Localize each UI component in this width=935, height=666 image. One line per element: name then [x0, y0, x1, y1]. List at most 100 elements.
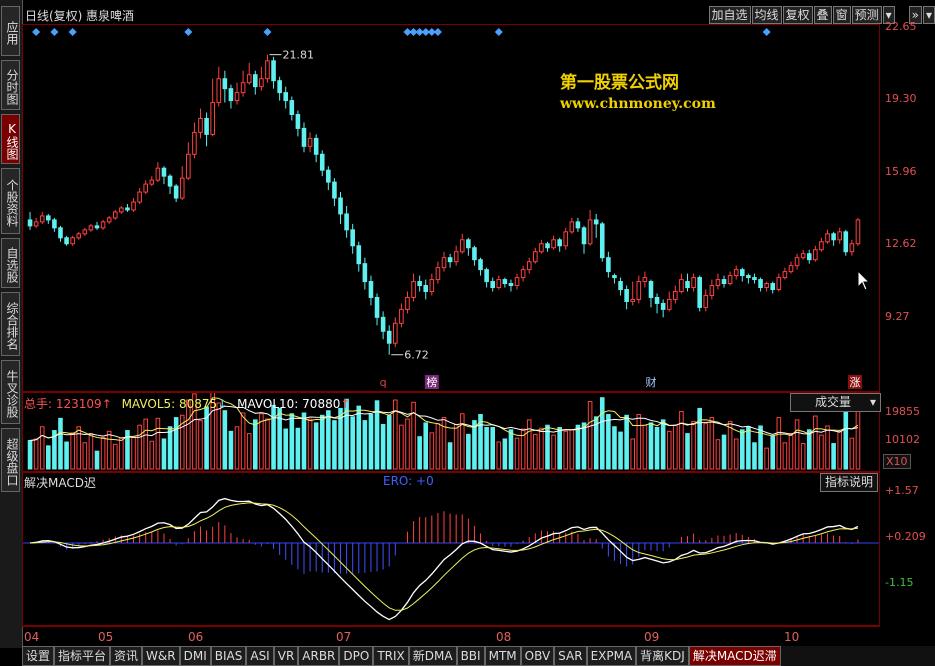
- candle-body: [58, 227, 63, 239]
- macd-panel[interactable]: 解决MACD迟 ERO: +0 指标说明: [22, 472, 880, 626]
- tab-divergence-kdj[interactable]: 背离KDJ: [636, 646, 689, 666]
- tab-news[interactable]: 资讯: [110, 646, 143, 666]
- volume-bar: [459, 413, 465, 470]
- ma-button[interactable]: 均线: [751, 6, 782, 24]
- tab-mtm[interactable]: MTM: [484, 646, 521, 666]
- candle-body: [429, 279, 435, 292]
- volume-tick: 19855: [885, 405, 920, 418]
- sidebar-tab-ranking[interactable]: 综合排名: [1, 292, 20, 356]
- date-tick: 05: [98, 630, 114, 644]
- tab-obv[interactable]: OBV: [520, 646, 555, 666]
- candle-body: [70, 237, 75, 245]
- candle-body: [733, 269, 739, 277]
- volume-axis: 19855 10102 X10: [880, 392, 935, 472]
- sidebar-tab-watchlist[interactable]: 自选股: [1, 238, 20, 288]
- candle-body: [612, 275, 617, 279]
- candle-body: [265, 60, 270, 80]
- volume-bar: [167, 426, 173, 470]
- tab-sar[interactable]: SAR: [554, 646, 587, 666]
- volume-bar: [356, 405, 362, 470]
- tab-expma[interactable]: EXPMA: [586, 646, 637, 666]
- candle-body: [727, 275, 733, 285]
- chevron-down-icon: ▾: [869, 395, 876, 409]
- volume-bar: [362, 420, 368, 470]
- candle-body: [82, 229, 88, 235]
- volume-bar: [435, 423, 441, 470]
- candle-body: [636, 281, 642, 300]
- tab-vr[interactable]: VR: [273, 646, 299, 666]
- price-tick: 9.27: [885, 310, 910, 323]
- candle-body: [825, 233, 830, 243]
- volume-bar: [100, 436, 106, 470]
- tab-new-dma[interactable]: 新DMA: [408, 646, 457, 666]
- volume-bar: [813, 415, 818, 470]
- volume-indicator-select[interactable]: 成交量 ▾: [790, 393, 881, 412]
- volume-bar: [319, 414, 325, 470]
- volume-bar: [46, 445, 51, 470]
- price-chart-panel[interactable]: 21.81 6.72 q 榜 财 涨 第一股票公式网 www.chnmoney.com: [22, 24, 880, 392]
- volume-bar: [82, 442, 88, 470]
- mouse-cursor-icon: [857, 269, 871, 291]
- period-label[interactable]: 日线(复权): [25, 7, 82, 24]
- volume-bar: [624, 414, 629, 470]
- volume-bar: [417, 436, 422, 470]
- volume-bar: [216, 402, 222, 470]
- overlay-button[interactable]: 叠: [813, 6, 832, 24]
- candle-body: [112, 211, 118, 219]
- volume-bar: [508, 429, 514, 470]
- candle-body: [788, 265, 794, 273]
- candle-body: [423, 285, 429, 292]
- down-arrow-icon: ↓: [217, 397, 228, 411]
- volume-bar: [198, 420, 203, 470]
- sidebar-tab-kline[interactable]: K线图: [1, 114, 20, 164]
- candle-body: [575, 221, 581, 229]
- adjust-button[interactable]: 复权: [782, 6, 813, 24]
- add-watchlist-button[interactable]: 加自选: [708, 6, 751, 24]
- tab-dpo[interactable]: DPO: [339, 646, 374, 666]
- candle-body: [715, 279, 721, 287]
- tab-fix-macd-lag[interactable]: 解决MACD迟滞: [688, 646, 781, 666]
- total-volume-value: 123109: [55, 397, 102, 411]
- tab-dmi[interactable]: DMI: [179, 646, 211, 666]
- tab-indicator-platform[interactable]: 指标平台: [54, 646, 111, 666]
- tab-asi[interactable]: ASI: [246, 646, 274, 666]
- candle-body: [161, 167, 167, 177]
- volume-bar: [691, 420, 696, 470]
- candle-body: [27, 219, 33, 227]
- volume-bar: [149, 440, 155, 470]
- candle-body: [685, 281, 690, 289]
- macd-tick: +0.209: [885, 530, 926, 543]
- candle-body: [192, 131, 197, 155]
- volume-bar: [849, 437, 855, 470]
- volume-panel[interactable]: 总手: 123109↑ MAVOL5: 80875↓ MAVOL10: 7088…: [22, 366, 881, 472]
- price-tick: 12.62: [885, 237, 917, 250]
- volume-bar: [94, 450, 100, 470]
- sidebar-tab-stock-info[interactable]: 个股资料: [1, 168, 20, 234]
- tab-bias[interactable]: BIAS: [210, 646, 247, 666]
- forecast-button[interactable]: 预测: [851, 6, 882, 24]
- volume-bar: [733, 438, 739, 470]
- candle-body: [326, 169, 331, 183]
- tab-trix[interactable]: TRIX: [373, 646, 409, 666]
- tab-bbi[interactable]: BBI: [456, 646, 485, 666]
- signal-diamond-icon: [50, 28, 59, 36]
- tab-arbr[interactable]: ARBR: [298, 646, 340, 666]
- sidebar-tab-diagnosis[interactable]: 牛叉诊股: [1, 360, 20, 424]
- candle-body: [143, 183, 149, 193]
- volume-bar: [685, 433, 690, 470]
- candle-body: [526, 261, 532, 271]
- sidebar-tab-super-quote[interactable]: 超级盘口: [1, 428, 20, 492]
- sidebar-tab-intraday[interactable]: 分时图: [1, 60, 20, 110]
- candle-body: [752, 277, 757, 281]
- candle-body: [466, 239, 471, 249]
- high-price-label: 21.81: [282, 49, 314, 62]
- sidebar-tab-app[interactable]: 应用: [1, 6, 20, 56]
- event-marker: 财: [645, 375, 656, 389]
- volume-bar: [715, 439, 721, 470]
- indicator-help-button[interactable]: 指标说明: [820, 473, 879, 492]
- window-button[interactable]: 窗: [832, 6, 851, 24]
- chevron-down-icon[interactable]: ▾: [922, 6, 935, 24]
- candle-body: [831, 233, 836, 241]
- tab-settings[interactable]: 设置: [22, 646, 55, 666]
- tab-wr[interactable]: W&R: [142, 646, 180, 666]
